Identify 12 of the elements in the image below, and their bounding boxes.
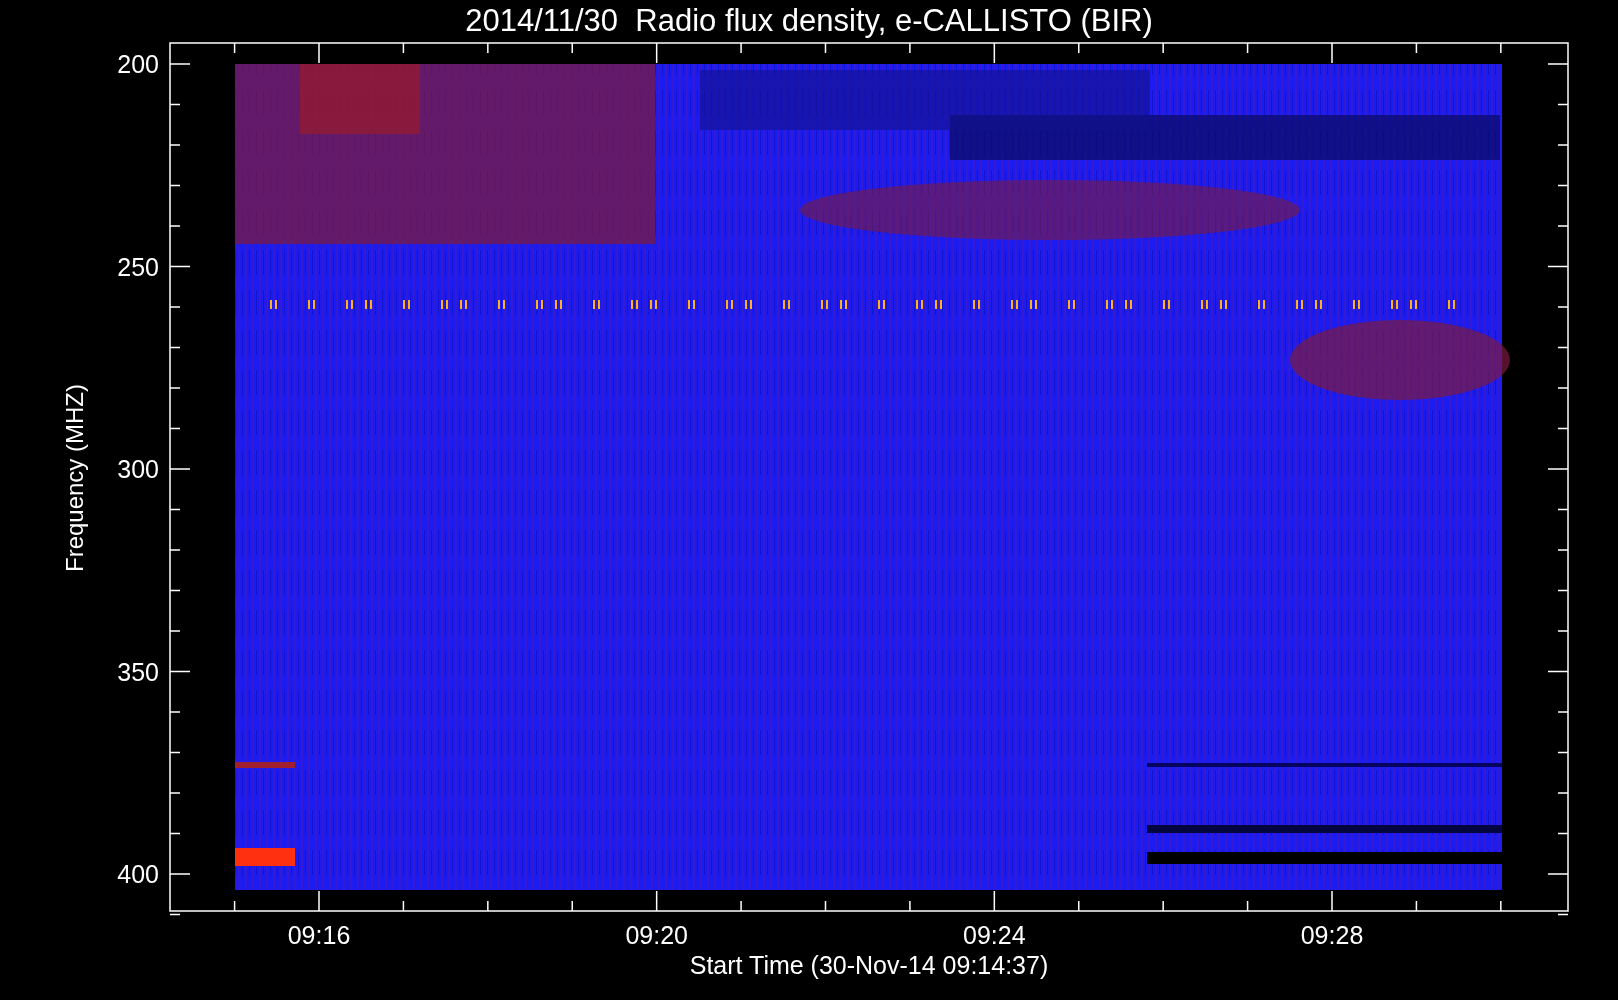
x-axis-label: Start Time (30-Nov-14 09:14:37) [689, 951, 1049, 979]
y-tick-label: 250 [117, 252, 159, 281]
y-axis-label: Frequency (MHZ) [61, 384, 88, 572]
x-tick-label: 09:16 [287, 921, 351, 949]
y-tick-label: 300 [117, 455, 159, 483]
x-tick-label: 09:24 [963, 921, 1026, 949]
y-tick-label: 350 [117, 657, 159, 686]
chart-title: 2014/11/30 Radio flux density, e-CALLISTO (BIR) [465, 3, 1153, 38]
x-tick-label: 09:20 [625, 921, 688, 949]
x-tick-label: 09:28 [1300, 921, 1364, 949]
y-tick-label: 400 [117, 860, 159, 888]
y-tick-label: 200 [117, 50, 159, 78]
